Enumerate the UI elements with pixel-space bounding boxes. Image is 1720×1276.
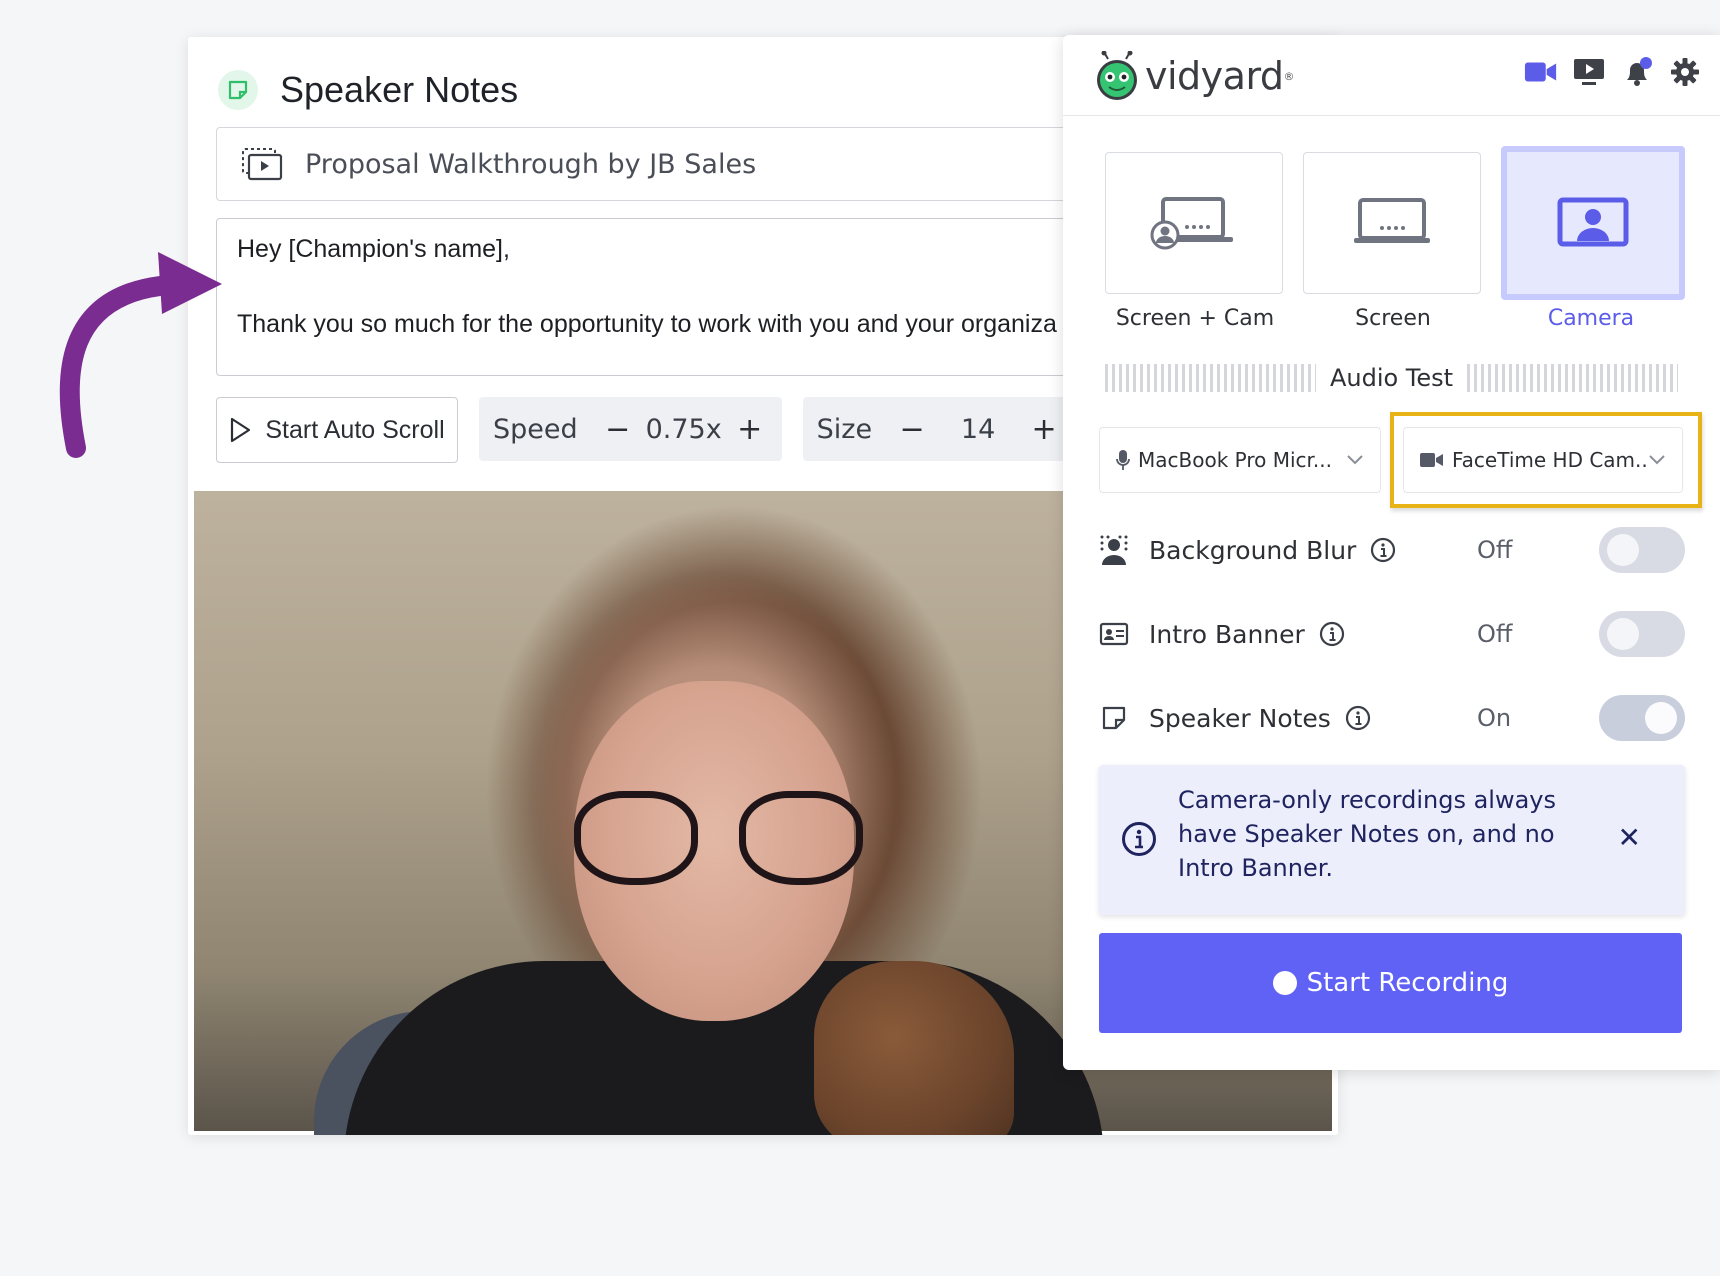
mode-screen[interactable]: Screen [1303,152,1483,331]
intro-banner-state: Off [1477,620,1513,648]
audio-test: Audio Test [1105,363,1679,393]
speed-increase-button[interactable]: + [732,412,768,447]
notification-bell-icon[interactable] [1620,55,1654,89]
background-blur-row: Background Blur Off [1099,525,1685,575]
speed-value: 0.75x [645,413,722,445]
mode-label: Camera [1547,306,1635,331]
camera-preview-detail [574,791,698,885]
mode-screen-cam[interactable]: Screen + Cam [1105,152,1285,331]
background-blur-state: Off [1477,536,1513,564]
close-icon[interactable]: ✕ [1618,821,1641,854]
intro-banner-icon [1099,622,1129,646]
info-banner: Camera-only recordings always have Speak… [1099,765,1685,915]
vidyard-logo: vidyard ® [1093,51,1295,101]
notes-controls: Start Auto Scroll Speed − 0.75x + Size −… [216,397,1077,463]
start-auto-scroll-button[interactable]: Start Auto Scroll [216,397,458,463]
mode-screen-cam-box[interactable] [1105,152,1283,294]
video-title-text: Proposal Walkthrough by JB Sales [305,148,757,180]
screen-icon [1354,198,1430,243]
audio-meter-right [1467,364,1679,392]
speaker-notes-state: On [1477,704,1512,732]
info-icon[interactable] [1319,621,1345,647]
toggle-knob [1645,702,1677,734]
intro-banner-label: Intro Banner [1149,619,1305,649]
size-stepper: Size − 14 + [802,397,1077,461]
speaker-notes-label: Speaker Notes [1149,703,1331,733]
background-blur-icon [1099,534,1129,566]
video-camera-icon[interactable] [1524,55,1558,89]
size-decrease-button[interactable]: − [894,412,930,447]
speaker-notes-logo-icon [218,70,258,110]
mode-camera[interactable]: Camera [1501,146,1685,331]
info-icon [1121,821,1157,861]
size-increase-button[interactable]: + [1026,412,1062,447]
vidyard-header: vidyard ® [1063,35,1720,116]
page-title: Speaker Notes [280,69,519,110]
screen-share-icon[interactable] [1572,55,1606,89]
screen-cam-icon [1150,197,1233,250]
highlight-callout [1390,412,1702,508]
speaker-notes-row: Speaker Notes On [1099,693,1685,743]
recording-mode-selector: Screen + Cam Screen Camera [1105,146,1699,331]
intro-banner-toggle[interactable] [1599,611,1685,657]
mode-camera-box[interactable] [1501,146,1685,300]
mode-label: Screen [1355,306,1431,331]
play-icon [231,417,251,443]
microphone-icon [1116,450,1130,470]
background-blur-label: Background Blur [1149,535,1357,565]
info-banner-text: Camera-only recordings always have Speak… [1178,786,1557,882]
info-icon[interactable] [1345,705,1371,731]
registered-mark: ® [1283,69,1295,83]
audio-meter-left [1105,364,1316,392]
background-blur-toggle[interactable] [1599,527,1685,573]
microphone-select-value: MacBook Pro Micr... [1138,448,1332,472]
toggle-knob [1607,534,1639,566]
size-value: 14 [960,413,996,445]
speed-decrease-button[interactable]: − [600,412,636,447]
camera-mode-icon [1557,197,1629,247]
auto-scroll-label: Start Auto Scroll [265,415,445,444]
speaker-notes-icon [1099,705,1129,731]
vidyard-mascot-icon [1097,51,1137,100]
vidyard-wordmark: vidyard [1145,54,1284,98]
microphone-select[interactable]: MacBook Pro Micr... [1099,427,1381,493]
info-icon[interactable] [1370,537,1396,563]
audio-test-label: Audio Test [1329,364,1454,392]
speed-label: Speed [493,413,578,445]
start-recording-button[interactable]: Start Recording [1099,933,1682,1033]
speaker-notes-toggle[interactable] [1599,695,1685,741]
mode-screen-box[interactable] [1303,152,1481,294]
gear-icon[interactable] [1668,55,1702,89]
header-actions [1510,55,1702,89]
intro-banner-row: Intro Banner Off [1099,609,1685,659]
vidyard-recorder-panel: vidyard ® Screen + Cam Screen Camera Aud… [1063,35,1720,1070]
record-dot-icon [1272,971,1297,995]
notes-line: Hey [Champion's name], [237,235,510,263]
mode-label: Screen + Cam [1115,306,1275,331]
notes-line: Thank you so much for the opportunity to… [237,310,1057,338]
video-playlist-icon [241,147,283,181]
size-label: Size [816,413,873,445]
speed-stepper: Speed − 0.75x + [479,397,782,461]
speaker-notes-header: Speaker Notes [218,65,518,115]
annotation-arrow-icon [59,252,222,458]
camera-preview-detail [739,791,863,885]
start-recording-label: Start Recording [1306,968,1509,998]
toggle-knob [1607,618,1639,650]
chevron-down-icon [1347,455,1363,465]
